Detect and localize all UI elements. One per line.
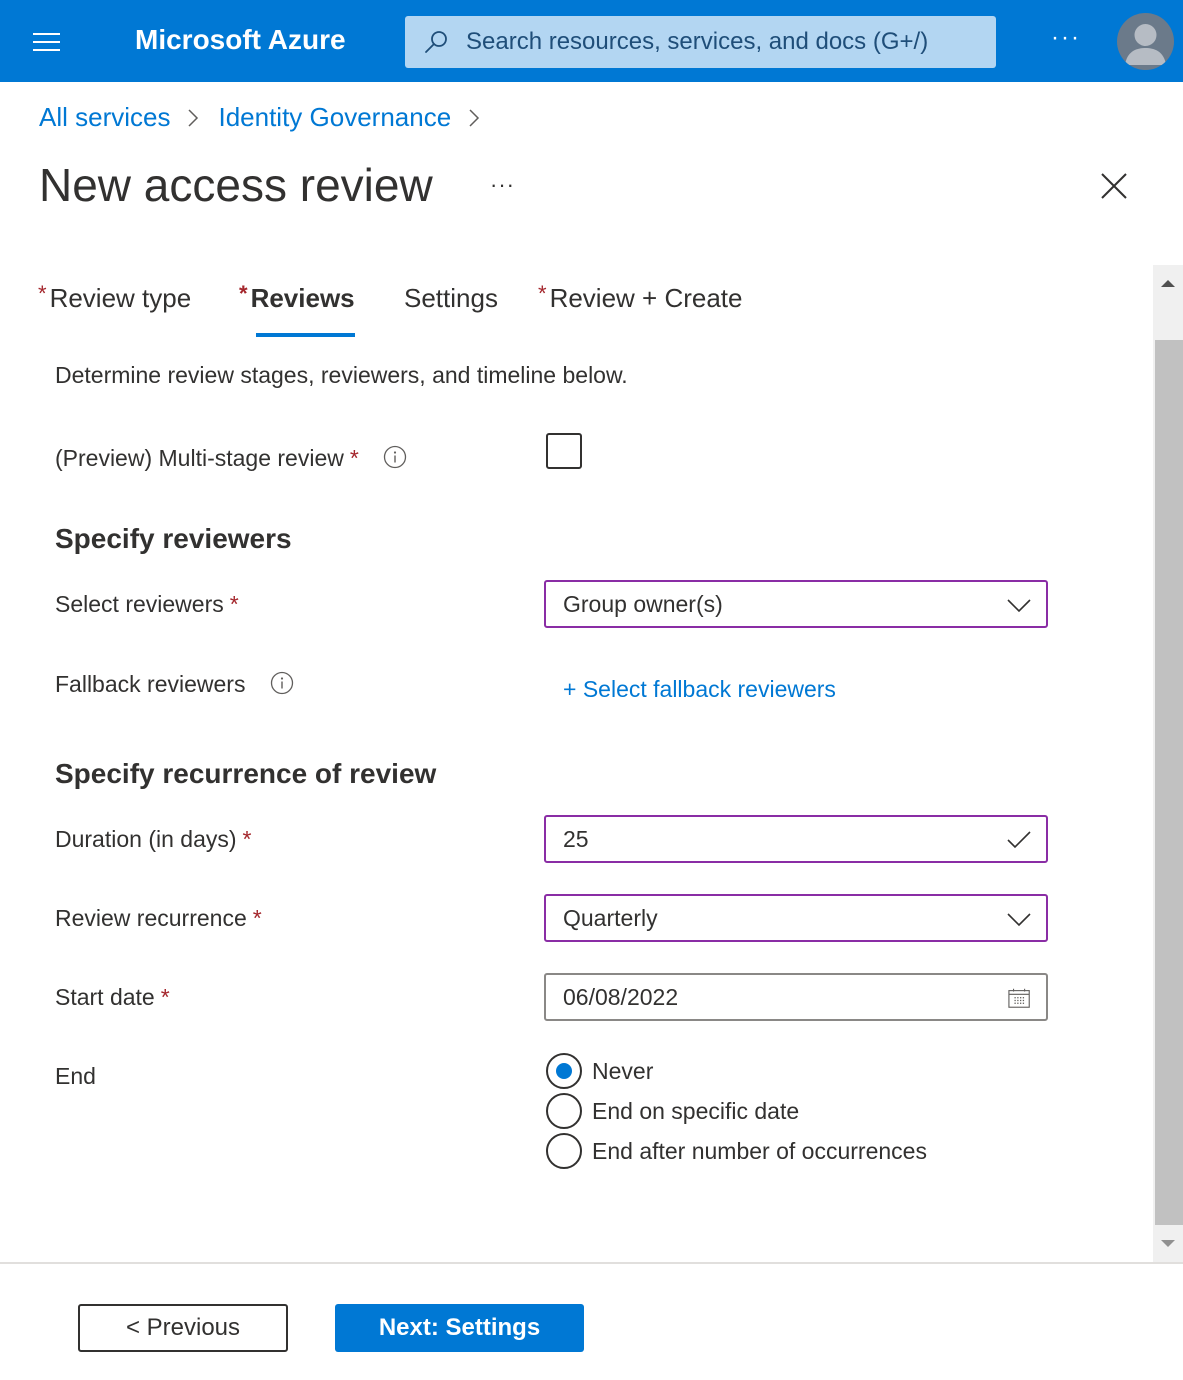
tab-label: Settings	[404, 283, 498, 313]
section-heading-reviewers: Specify reviewers	[55, 523, 292, 554]
tab-review-type[interactable]: * Review type	[38, 281, 192, 314]
label-text: Duration (in days)	[55, 826, 237, 852]
tab-settings[interactable]: Settings	[404, 283, 498, 314]
chevron-right-icon	[469, 108, 480, 127]
vertical-scrollbar[interactable]	[1153, 265, 1183, 1262]
brand-title[interactable]: Microsoft Azure	[135, 24, 346, 56]
page-title: New access review	[39, 159, 433, 211]
scroll-thumb[interactable]	[1155, 340, 1183, 1225]
radio-label: End after number of occurrences	[592, 1137, 927, 1164]
dropdown-value: Quarterly	[563, 905, 658, 931]
multi-stage-label: (Preview) Multi-stage review *	[55, 445, 407, 472]
close-icon[interactable]	[1098, 170, 1130, 202]
review-recurrence-label: Review recurrence *	[55, 905, 262, 932]
form-panel: * Review type * Reviews Settings * Review +…	[0, 265, 1183, 1262]
search-icon	[425, 31, 447, 53]
label-text: Fallback reviewers	[55, 671, 246, 697]
end-option-occurrences[interactable]: End after number of occurrences	[546, 1133, 927, 1169]
section-heading-recurrence: Specify recurrence of review	[55, 758, 437, 789]
breadcrumb: All services Identity Governance	[39, 102, 499, 133]
radio-button[interactable]	[546, 1133, 582, 1169]
required-marker: *	[38, 281, 47, 306]
label-text: Review recurrence	[55, 905, 247, 931]
select-reviewers-dropdown[interactable]: Group owner(s)	[544, 580, 1048, 628]
date-value: 06/08/2022	[563, 984, 679, 1010]
required-marker: *	[252, 905, 262, 931]
info-icon[interactable]	[270, 671, 294, 695]
start-date-picker[interactable]: 06/08/2022	[544, 973, 1048, 1021]
end-option-never[interactable]: Never	[546, 1053, 653, 1089]
form-description: Determine review stages, reviewers, and …	[55, 362, 628, 388]
next-settings-button[interactable]: Next: Settings	[335, 1304, 584, 1352]
more-options-icon[interactable]: ···	[490, 172, 515, 198]
select-reviewers-label: Select reviewers *	[55, 591, 239, 618]
tab-review-create[interactable]: * Review + Create	[538, 281, 743, 314]
scroll-down-arrow-icon[interactable]	[1153, 1225, 1183, 1262]
footer-divider	[0, 1262, 1183, 1264]
more-icon[interactable]: ···	[1048, 26, 1084, 56]
review-recurrence-dropdown[interactable]: Quarterly	[544, 894, 1048, 942]
scroll-up-arrow-icon[interactable]	[1153, 265, 1183, 303]
label-text: Start date	[55, 984, 155, 1010]
avatar-icon	[1125, 24, 1166, 65]
tab-label: Review + Create	[549, 283, 743, 313]
input-value: 25	[563, 826, 589, 852]
tab-reviews[interactable]: * Reviews	[239, 281, 355, 337]
avatar[interactable]	[1117, 13, 1174, 70]
radio-button[interactable]	[546, 1093, 582, 1129]
chevron-right-icon	[188, 108, 199, 127]
end-option-specific-date[interactable]: End on specific date	[546, 1093, 799, 1129]
label-text: Select reviewers	[55, 591, 224, 617]
multi-stage-checkbox[interactable]	[546, 433, 582, 469]
breadcrumb-identity-governance[interactable]: Identity Governance	[218, 102, 451, 133]
label-text: (Preview) Multi-stage review	[55, 445, 344, 471]
fallback-reviewers-label: Fallback reviewers	[55, 671, 294, 698]
duration-label: Duration (in days) *	[55, 826, 251, 853]
chevron-down-icon	[1007, 913, 1031, 927]
calendar-icon[interactable]	[1008, 987, 1032, 1009]
select-fallback-reviewers-link[interactable]: + Select fallback reviewers	[563, 676, 836, 703]
tab-label: Review type	[49, 283, 192, 313]
end-label: End	[55, 1063, 96, 1089]
tab-label: Reviews	[250, 283, 355, 313]
search-placeholder: Search resources, services, and docs (G+…	[466, 28, 929, 55]
top-bar: Microsoft Azure Search resources, servic…	[0, 0, 1183, 82]
chevron-down-icon	[1007, 599, 1031, 613]
breadcrumb-all-services[interactable]: All services	[39, 102, 170, 133]
required-marker: *	[239, 281, 248, 306]
duration-input[interactable]: 25	[544, 815, 1048, 863]
dropdown-value: Group owner(s)	[563, 591, 723, 617]
menu-icon[interactable]	[33, 31, 60, 51]
start-date-label: Start date *	[55, 984, 170, 1011]
required-marker: *	[229, 591, 239, 617]
required-marker: *	[349, 445, 359, 471]
search-input[interactable]: Search resources, services, and docs (G+…	[405, 16, 996, 68]
required-marker: *	[242, 826, 252, 852]
info-icon[interactable]	[383, 445, 407, 469]
checkmark-icon	[1007, 831, 1031, 849]
radio-label: End on specific date	[592, 1097, 800, 1124]
radio-button[interactable]	[546, 1053, 582, 1089]
previous-button[interactable]: < Previous	[78, 1304, 288, 1352]
required-marker: *	[538, 281, 547, 306]
radio-label: Never	[592, 1057, 654, 1084]
required-marker: *	[160, 984, 170, 1010]
